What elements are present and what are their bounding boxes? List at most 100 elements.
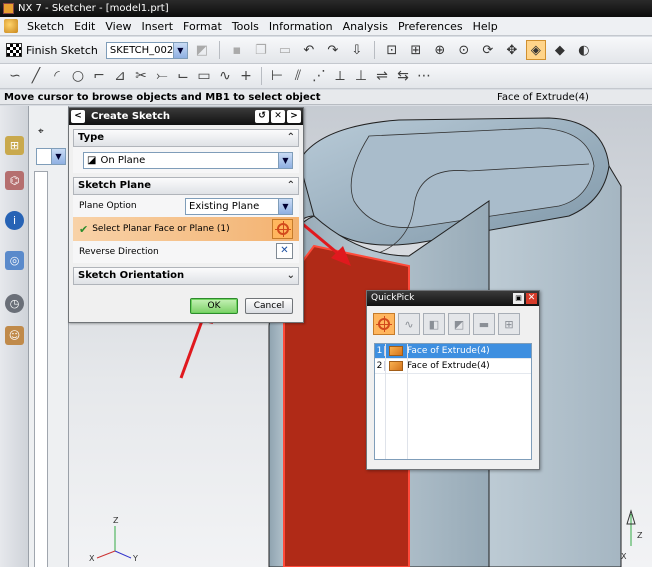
menu-view[interactable]: View <box>100 17 136 36</box>
show-constraints-icon[interactable]: ⋰ <box>310 68 328 84</box>
chevron-down-icon: ▼ <box>278 152 292 168</box>
sketch-orientation-section-header[interactable]: Sketch Orientation ⌄ <box>73 267 299 285</box>
item-number: 1 <box>375 346 385 356</box>
magnify-icon[interactable]: ⊙ <box>454 40 474 60</box>
chevron-right-icon[interactable]: > <box>287 110 301 123</box>
app-menu-icon[interactable] <box>4 19 18 33</box>
menu-sketch[interactable]: Sketch <box>22 17 69 36</box>
copy-icon[interactable]: ❐ <box>251 40 271 60</box>
history-icon[interactable]: ◷ <box>5 294 24 313</box>
assembly-navigator-icon[interactable]: ⊞ <box>5 136 24 155</box>
components-filter-icon[interactable]: ⊞ <box>498 313 520 335</box>
info-icon[interactable]: i <box>5 211 24 230</box>
arc-icon[interactable]: ◜ <box>48 68 66 84</box>
quickpick-dialog: QuickPick ▣ ✕ ∿ ◧ ◩ ▬ ⊞ 1 Face of Extrud… <box>366 290 540 470</box>
zoom-window-icon[interactable]: ⊞ <box>406 40 426 60</box>
close-icon[interactable]: ✕ <box>526 293 537 304</box>
quickpick-title-bar[interactable]: QuickPick ▣ ✕ <box>367 291 539 306</box>
alternate-solution-icon[interactable]: ⇌ <box>373 68 391 84</box>
orient-view-icon[interactable]: ◩ <box>192 40 212 60</box>
window-title-bar: NX 7 - Sketcher - [model1.prt] <box>0 0 652 17</box>
features-filter-icon[interactable]: ◩ <box>448 313 470 335</box>
list-column-divider <box>385 344 386 459</box>
faces-filter-icon[interactable]: ◧ <box>423 313 445 335</box>
menu-tools[interactable]: Tools <box>227 17 264 36</box>
sketch-plane-section-header[interactable]: Sketch Plane ⌃ <box>73 177 299 195</box>
menu-edit[interactable]: Edit <box>69 17 100 36</box>
navigator-filter-select[interactable]: ▼ <box>36 148 66 165</box>
pan-icon[interactable]: ✥ <box>502 40 522 60</box>
chamfer-icon[interactable]: ⊿ <box>111 68 129 84</box>
chevron-left-icon[interactable]: < <box>71 110 85 123</box>
point-icon[interactable]: + <box>237 68 255 84</box>
profile-icon[interactable]: ∽ <box>6 68 24 84</box>
fillet-icon[interactable]: ⌐ <box>90 68 108 84</box>
dimension-icon[interactable]: ⊢ <box>268 68 286 84</box>
make-corner-icon[interactable]: ⌙ <box>174 68 192 84</box>
chevron-down-icon: ▼ <box>172 42 187 58</box>
status-bar: Move cursor to browse objects and MB1 to… <box>0 90 652 105</box>
select-filter-icon[interactable]: ⇩ <box>347 40 367 60</box>
menu-insert[interactable]: Insert <box>136 17 178 36</box>
display-mode-icon[interactable]: ◐ <box>574 40 594 60</box>
menu-format[interactable]: Format <box>178 17 227 36</box>
select-face-button[interactable] <box>272 219 293 239</box>
undo-icon[interactable]: ↶ <box>299 40 319 60</box>
face-icon <box>389 361 403 371</box>
reverse-direction-button[interactable]: ✕ <box>276 243 293 259</box>
convert-reference-icon[interactable]: ⇆ <box>394 68 412 84</box>
animate-dimension-icon[interactable]: ⋯ <box>415 68 433 84</box>
type-section-label: Type <box>78 132 105 143</box>
shaded-view-icon[interactable]: ◈ <box>525 40 546 60</box>
menu-preferences[interactable]: Preferences <box>393 17 468 36</box>
fit-icon[interactable]: ⊡ <box>382 40 402 60</box>
ok-button[interactable]: OK <box>190 298 238 314</box>
bodies-filter-icon[interactable]: ▬ <box>473 313 495 335</box>
rotate-icon[interactable]: ⟳ <box>478 40 498 60</box>
roles-icon[interactable]: ☺ <box>5 326 24 345</box>
close-icon[interactable]: ✕ <box>271 110 285 123</box>
part-navigator-icon[interactable]: ⌬ <box>5 171 24 190</box>
navigator-tree[interactable] <box>34 171 48 567</box>
curves-filter-icon[interactable]: ∿ <box>398 313 420 335</box>
save-icon[interactable]: ▪ <box>227 40 247 60</box>
line-icon[interactable]: ╱ <box>27 68 45 84</box>
reset-icon[interactable]: ↺ <box>255 110 269 123</box>
circle-icon[interactable]: ○ <box>69 68 87 84</box>
web-browser-icon[interactable]: ◎ <box>5 251 24 270</box>
minimize-icon[interactable]: ▣ <box>513 293 524 304</box>
redo-icon[interactable]: ↷ <box>323 40 343 60</box>
plane-option-select[interactable]: Existing Plane ▼ <box>185 197 293 215</box>
rectangle-icon[interactable]: ▭ <box>195 68 213 84</box>
list-column-divider <box>407 344 408 459</box>
quickpick-filter-toolbar: ∿ ◧ ◩ ▬ ⊞ <box>373 310 533 338</box>
expand-icon: ⌄ <box>286 270 295 281</box>
sketch-name-select[interactable]: SKETCH_002 ▼ <box>105 41 188 59</box>
list-item[interactable]: 1 Face of Extrude(4) <box>375 344 531 359</box>
auto-constraint-icon[interactable]: ⟂ <box>331 68 349 84</box>
type-section-header[interactable]: Type ⌃ <box>73 129 299 147</box>
quick-extend-icon[interactable]: ⤚ <box>153 68 171 84</box>
paste-icon[interactable]: ▭ <box>275 40 295 60</box>
dialog-title-bar[interactable]: < Create Sketch ↺ ✕ > <box>69 108 303 125</box>
cube-view-icon[interactable]: ◆ <box>550 40 570 60</box>
relations-icon[interactable]: ⊥ <box>352 68 370 84</box>
menu-information[interactable]: Information <box>264 17 338 36</box>
dialog-buttons: OK Cancel <box>69 298 303 314</box>
type-row: ◪ On Plane ▼ <box>73 147 299 173</box>
triad-z-label: Z <box>113 516 119 525</box>
constraint-icon[interactable]: ⫽ <box>289 68 307 84</box>
pin-icon[interactable]: ⌖ <box>38 126 44 137</box>
finish-sketch-button[interactable]: Finish Sketch <box>6 43 102 57</box>
studio-spline-icon[interactable]: ∿ <box>216 68 234 84</box>
nx-app-icon <box>3 3 14 14</box>
type-select[interactable]: ◪ On Plane ▼ <box>83 151 293 169</box>
cancel-button[interactable]: Cancel <box>245 298 293 314</box>
menu-analysis[interactable]: Analysis <box>338 17 393 36</box>
zoom-icon[interactable]: ⊕ <box>430 40 450 60</box>
list-item[interactable]: 2 Face of Extrude(4) <box>375 359 531 374</box>
select-face-row[interactable]: ✔ Select Planar Face or Plane (1) <box>73 217 299 241</box>
quick-trim-icon[interactable]: ✂ <box>132 68 150 84</box>
menu-help[interactable]: Help <box>468 17 503 36</box>
all-objects-filter-button[interactable] <box>373 313 395 335</box>
